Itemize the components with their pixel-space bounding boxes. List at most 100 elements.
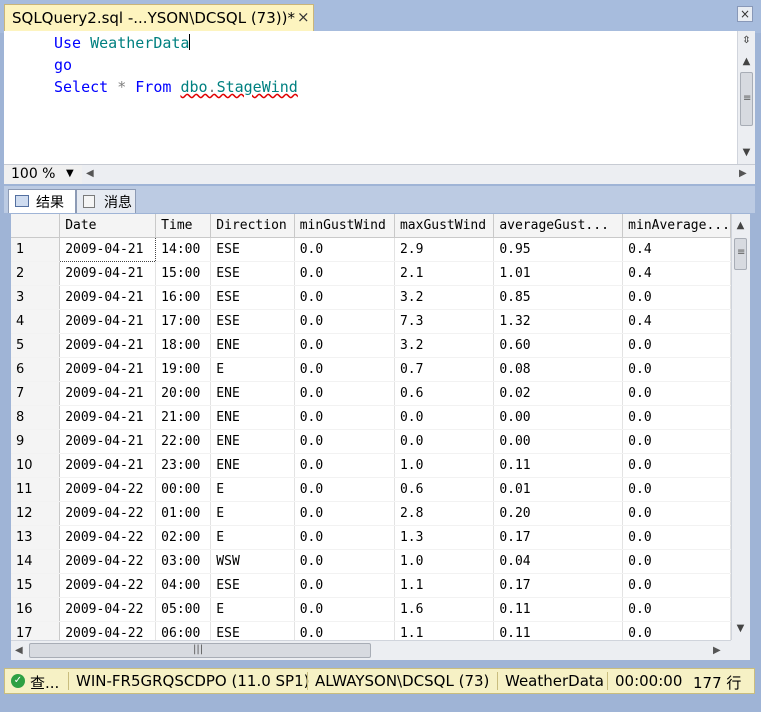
row-number[interactable]: 6: [11, 357, 61, 382]
grid-cell[interactable]: 03:00: [155, 549, 212, 574]
grid-cell[interactable]: 0.0: [622, 453, 731, 478]
scroll-up-icon[interactable]: ▲: [738, 53, 755, 70]
editor-scroll-thumb[interactable]: ≡: [740, 72, 753, 126]
grid-cell[interactable]: 06:00: [155, 621, 212, 640]
grid-cell[interactable]: 0.00: [493, 405, 624, 430]
grid-scroll-thumb[interactable]: ≡: [734, 238, 747, 270]
grid-cell[interactable]: 2009-04-21: [59, 285, 157, 310]
grid-cell[interactable]: 7.3: [394, 309, 495, 334]
grid-cell[interactable]: ESE: [210, 261, 295, 286]
grid-cell[interactable]: 0.0: [622, 549, 731, 574]
grid-cell[interactable]: 0.08: [493, 357, 624, 382]
row-number[interactable]: 12: [11, 501, 61, 526]
grid-cell[interactable]: ENE: [210, 333, 295, 358]
grid-cell[interactable]: 0.20: [493, 501, 624, 526]
grid-cell[interactable]: 0.0: [294, 621, 395, 640]
grid-cell[interactable]: 2009-04-22: [59, 501, 157, 526]
grid-cell[interactable]: 0.0: [622, 621, 731, 640]
grid-cell[interactable]: 0.0: [294, 405, 395, 430]
row-number[interactable]: 15: [11, 573, 61, 598]
row-number[interactable]: 2: [11, 261, 61, 286]
grid-cell[interactable]: 2009-04-22: [59, 477, 157, 502]
grid-cell[interactable]: E: [210, 477, 295, 502]
grid-vertical-scrollbar[interactable]: ▲ ≡ ▼: [731, 214, 750, 640]
grid-cell[interactable]: 0.0: [294, 381, 395, 406]
scroll-left-icon[interactable]: ◀: [15, 645, 23, 656]
grid-cell[interactable]: 2009-04-22: [59, 549, 157, 574]
row-number[interactable]: 11: [11, 477, 61, 502]
grid-cell[interactable]: 1.0: [394, 453, 495, 478]
grid-cell[interactable]: 0.60: [493, 333, 624, 358]
grid-cell[interactable]: 0.04: [493, 549, 624, 574]
column-header[interactable]: Direction: [210, 214, 295, 238]
grid-cell[interactable]: 2009-04-21: [59, 381, 157, 406]
grid-cell[interactable]: 0.0: [622, 357, 731, 382]
grid-cell[interactable]: 2009-04-21: [59, 333, 157, 358]
grid-cell[interactable]: 0.0: [294, 597, 395, 622]
grid-cell[interactable]: 0.0: [622, 405, 731, 430]
row-number[interactable]: 4: [11, 309, 61, 334]
grid-cell[interactable]: 1.3: [394, 525, 495, 550]
table-row[interactable]: 15 2009-04-22 04:00 ESE 0.0 1.1 0.17 0.0: [11, 573, 731, 598]
grid-cell[interactable]: 0.0: [294, 573, 395, 598]
grid-cell[interactable]: E: [210, 501, 295, 526]
grid-cell[interactable]: 0.01: [493, 477, 624, 502]
grid-cell[interactable]: 0.0: [294, 477, 395, 502]
grid-cell[interactable]: 01:00: [155, 501, 212, 526]
column-header[interactable]: Time: [155, 214, 212, 238]
query-editor[interactable]: Use WeatherData go Select * From dbo.Sta…: [4, 31, 737, 164]
grid-cell[interactable]: 02:00: [155, 525, 212, 550]
table-row[interactable]: 9 2009-04-21 22:00 ENE 0.0 0.0 0.00 0.0: [11, 429, 731, 454]
scroll-left-icon[interactable]: ◀: [86, 168, 94, 179]
grid-cell[interactable]: 18:00: [155, 333, 212, 358]
grid-cell[interactable]: 1.6: [394, 597, 495, 622]
grid-cell[interactable]: ESE: [210, 309, 295, 334]
document-tab[interactable]: SQLQuery2.sql -...YSON\DCSQL (73))* ×: [4, 4, 314, 31]
grid-cell[interactable]: 3.2: [394, 285, 495, 310]
column-header[interactable]: Date: [59, 214, 157, 238]
grid-cell[interactable]: 0.0: [294, 237, 395, 262]
table-row[interactable]: 8 2009-04-21 21:00 ENE 0.0 0.0 0.00 0.0: [11, 405, 731, 430]
grid-cell[interactable]: 0.0: [294, 549, 395, 574]
grid-cell[interactable]: 22:00: [155, 429, 212, 454]
row-number[interactable]: 1: [11, 237, 61, 262]
row-number[interactable]: 3: [11, 285, 61, 310]
tab-list-close-icon[interactable]: ×: [737, 6, 753, 22]
grid-cell[interactable]: 15:00: [155, 261, 212, 286]
grid-cell[interactable]: 0.0: [622, 285, 731, 310]
zoom-level[interactable]: 100 %: [11, 166, 55, 182]
table-row[interactable]: 13 2009-04-22 02:00 E 0.0 1.3 0.17 0.0: [11, 525, 731, 550]
results-grid[interactable]: Date Time Direction minGustWind maxGustW…: [11, 214, 731, 640]
row-number[interactable]: 14: [11, 549, 61, 574]
scroll-down-icon[interactable]: ▼: [732, 620, 749, 637]
table-row[interactable]: 14 2009-04-22 03:00 WSW 0.0 1.0 0.04 0.0: [11, 549, 731, 574]
grid-cell[interactable]: 2009-04-22: [59, 597, 157, 622]
row-number[interactable]: 13: [11, 525, 61, 550]
grid-cell[interactable]: 20:00: [155, 381, 212, 406]
grid-cell[interactable]: E: [210, 597, 295, 622]
grid-cell[interactable]: 0.0: [294, 309, 395, 334]
table-row[interactable]: 10 2009-04-21 23:00 ENE 0.0 1.0 0.11 0.0: [11, 453, 731, 478]
grid-cell[interactable]: E: [210, 357, 295, 382]
grid-cell[interactable]: ESE: [210, 285, 295, 310]
grid-cell[interactable]: 0.0: [394, 429, 495, 454]
grid-cell[interactable]: 0.11: [493, 621, 624, 640]
column-header[interactable]: minGustWind: [294, 214, 395, 238]
grid-hscroll-thumb[interactable]: |||: [29, 643, 371, 658]
editor-vertical-scrollbar[interactable]: ⇳ ▲ ≡ ▼: [737, 31, 755, 164]
scroll-right-icon[interactable]: ▶: [739, 168, 747, 179]
grid-cell[interactable]: 1.0: [394, 549, 495, 574]
grid-cell[interactable]: 0.02: [493, 381, 624, 406]
grid-cell[interactable]: 1.1: [394, 573, 495, 598]
table-row[interactable]: 11 2009-04-22 00:00 E 0.0 0.6 0.01 0.0: [11, 477, 731, 502]
grid-cell[interactable]: 2009-04-21: [59, 309, 157, 334]
grid-cell[interactable]: 0.0: [294, 501, 395, 526]
grid-cell[interactable]: 0.0: [294, 261, 395, 286]
grid-cell[interactable]: E: [210, 525, 295, 550]
table-row[interactable]: 12 2009-04-22 01:00 E 0.0 2.8 0.20 0.0: [11, 501, 731, 526]
grid-cell[interactable]: 16:00: [155, 285, 212, 310]
table-row[interactable]: 5 2009-04-21 18:00 ENE 0.0 3.2 0.60 0.0: [11, 333, 731, 358]
table-row[interactable]: 16 2009-04-22 05:00 E 0.0 1.6 0.11 0.0: [11, 597, 731, 622]
grid-cell[interactable]: 2009-04-21: [59, 405, 157, 430]
grid-cell[interactable]: 0.0: [622, 573, 731, 598]
